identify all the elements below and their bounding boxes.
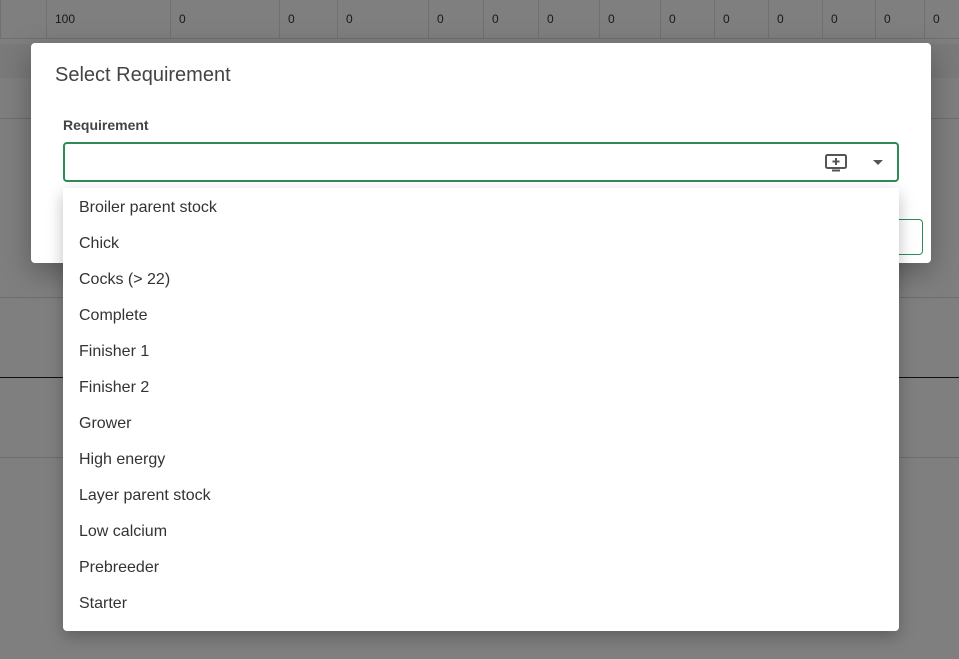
- dropdown-option[interactable]: Complete: [63, 298, 899, 334]
- caret-down-icon[interactable]: [873, 160, 883, 165]
- dropdown-option[interactable]: Layer parent stock: [63, 478, 899, 514]
- dropdown-option[interactable]: High energy: [63, 442, 899, 478]
- dropdown-option[interactable]: Finisher 1: [63, 334, 899, 370]
- dropdown-option[interactable]: Low calcium: [63, 514, 899, 550]
- dropdown-option[interactable]: Finisher 2: [63, 370, 899, 406]
- add-to-queue-icon[interactable]: [825, 154, 847, 172]
- dropdown-option[interactable]: Grower: [63, 406, 899, 442]
- requirement-select[interactable]: [63, 142, 899, 182]
- requirement-label: Requirement: [63, 117, 149, 133]
- dialog-title: Select Requirement: [55, 64, 231, 86]
- requirement-dropdown-list: Broiler parent stock Chick Cocks (> 22) …: [63, 188, 899, 631]
- dropdown-option[interactable]: Starter: [63, 586, 899, 622]
- dropdown-option[interactable]: Cocks (> 22): [63, 262, 899, 298]
- dropdown-option[interactable]: Prebreeder: [63, 550, 899, 586]
- dropdown-option[interactable]: Chick: [63, 226, 899, 262]
- dropdown-option[interactable]: Broiler parent stock: [63, 190, 899, 226]
